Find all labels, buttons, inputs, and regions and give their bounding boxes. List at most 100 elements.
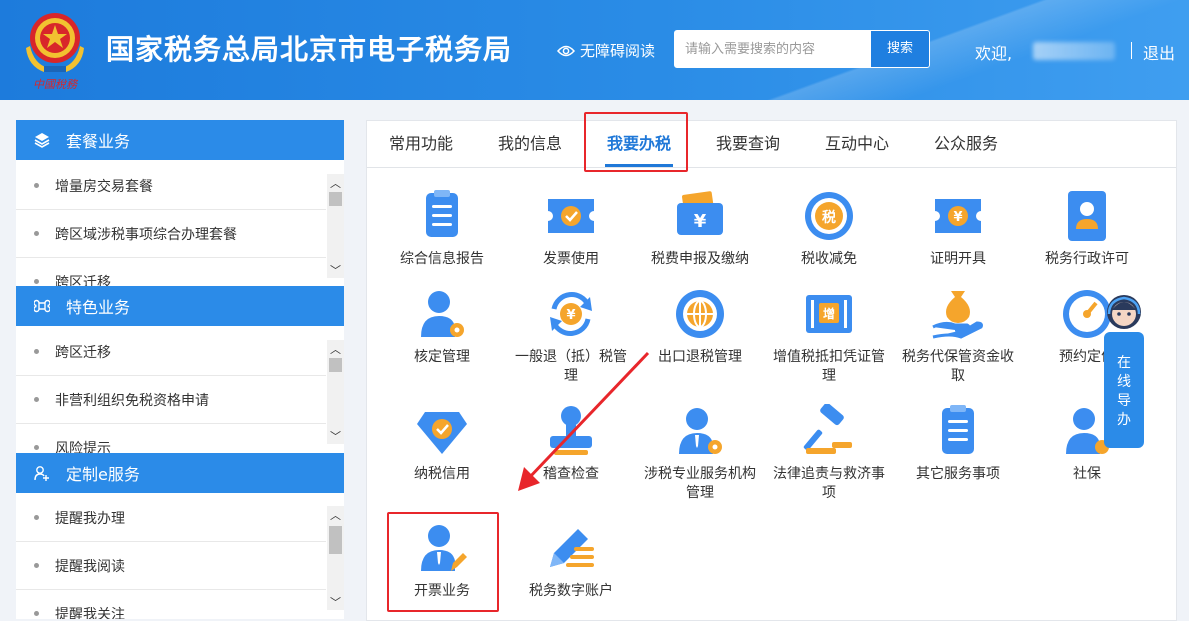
tab-common-functions[interactable]: 常用功能 xyxy=(389,121,453,167)
scroll-thumb[interactable] xyxy=(329,192,342,206)
bullet-icon xyxy=(34,515,39,520)
sidebar-item[interactable]: 提醒我关注 xyxy=(16,590,326,619)
service-item-professional-agencies[interactable]: 涉税专业服务机构管理 xyxy=(640,404,760,503)
service-item-label: 税务数字账户 xyxy=(529,583,613,599)
sidebar-section-header-featured[interactable]: 特色业务 xyxy=(16,286,344,326)
user-add-icon xyxy=(34,466,49,481)
site-header: 中國稅務 国家税务总局北京市电子税务局 无障碍阅读 搜索 欢迎, 退出 xyxy=(0,0,1189,100)
sidebar-item[interactable]: 跨区迁移 xyxy=(16,328,326,376)
username-redacted xyxy=(1033,42,1115,60)
svg-text:¥: ¥ xyxy=(694,211,707,232)
svg-text:¥: ¥ xyxy=(953,210,962,225)
tab-tax-handling[interactable]: 我要办税 xyxy=(604,121,674,167)
legal-gavel-icon xyxy=(803,404,852,454)
scrollbar[interactable]: ︿ ﹀ xyxy=(327,506,344,610)
sidebar-item[interactable]: 增量房交易套餐 xyxy=(16,162,326,210)
service-item-label: 税务行政许可 xyxy=(1045,251,1129,267)
service-item-invoicing[interactable]: 开票业务 xyxy=(382,521,502,601)
scroll-up-arrow-icon[interactable]: ︿ xyxy=(327,340,344,357)
service-item-certificate-issuance[interactable]: ¥ 证明开具 xyxy=(898,189,1018,269)
service-item-legal-remedy[interactable]: 法律追责与救济事项 xyxy=(769,404,889,503)
bullet-icon xyxy=(34,397,39,402)
bullet-icon xyxy=(34,563,39,568)
service-item-export-refund[interactable]: 出口退税管理 xyxy=(640,287,760,367)
service-item-vat-voucher[interactable]: 增 增值税抵扣凭证管理 xyxy=(769,287,889,386)
service-item-tax-declaration-payment[interactable]: ¥ 税费申报及缴纳 xyxy=(640,189,760,269)
scrollbar[interactable]: ︿ ﹀ xyxy=(327,174,344,278)
emblem-caption: 中國稅務 xyxy=(33,78,79,91)
sidebar-item-label: 非营利组织免税资格申请 xyxy=(55,392,209,409)
scroll-up-arrow-icon[interactable]: ︿ xyxy=(327,174,344,191)
service-item-label: 税费申报及缴纳 xyxy=(651,251,749,267)
sidebar-item[interactable]: 提醒我办理 xyxy=(16,494,326,542)
bullet-icon xyxy=(34,279,39,284)
scroll-thumb[interactable] xyxy=(329,526,342,554)
sidebar-item[interactable]: 跨区域涉税事项综合办理套餐 xyxy=(16,210,326,258)
sidebar-item-label: 增量房交易套餐 xyxy=(55,178,153,195)
sidebar-item[interactable]: 风险提示 xyxy=(16,424,326,454)
service-item-label: 出口退税管理 xyxy=(658,349,742,365)
search-button[interactable]: 搜索 xyxy=(871,31,929,67)
service-item-other-services[interactable]: 其它服务事项 xyxy=(898,404,1018,484)
service-item-comprehensive-report[interactable]: 综合信息报告 xyxy=(382,189,502,269)
service-item-label: 税务代保管资金收取 xyxy=(902,349,1014,384)
scrollbar[interactable]: ︿ ﹀ xyxy=(327,340,344,444)
service-item-admin-license[interactable]: 税务行政许可 xyxy=(1027,189,1147,269)
online-guide-widget[interactable]: 在线导办 xyxy=(1104,288,1144,448)
tab-interaction-center[interactable]: 互动中心 xyxy=(825,121,889,167)
service-item-label: 开票业务 xyxy=(414,583,470,599)
search-input[interactable] xyxy=(675,31,879,67)
tab-public-services[interactable]: 公众服务 xyxy=(934,121,998,167)
service-item-label: 增值税抵扣凭证管理 xyxy=(773,349,885,384)
sidebar-item-label: 跨区迁移 xyxy=(55,344,111,361)
scroll-down-arrow-icon[interactable]: ﹀ xyxy=(327,261,344,278)
refund-cycle-icon: ¥ xyxy=(550,292,592,336)
sidebar-item-label: 风险提示 xyxy=(55,440,111,455)
scroll-down-arrow-icon[interactable]: ﹀ xyxy=(327,593,344,610)
svg-text:税: 税 xyxy=(822,209,836,226)
service-item-tax-relief[interactable]: 税 税收减免 xyxy=(769,189,889,269)
service-item-label: 纳税信用 xyxy=(414,466,470,482)
service-item-digital-account[interactable]: 税务数字账户 xyxy=(511,521,631,601)
sidebar-section-header-package[interactable]: 套餐业务 xyxy=(16,120,344,160)
service-item-invoice-use[interactable]: 发票使用 xyxy=(511,189,631,269)
tax-relief-icon: 税 xyxy=(805,192,853,240)
service-item-label: 发票使用 xyxy=(543,251,599,267)
tab-my-queries[interactable]: 我要查询 xyxy=(716,121,780,167)
command-icon xyxy=(34,299,50,313)
sidebar-item[interactable]: 提醒我阅读 xyxy=(16,542,326,590)
service-item-inspection[interactable]: 稽查检查 xyxy=(511,404,631,484)
credit-diamond-icon xyxy=(417,412,467,454)
accessibility-reading-link[interactable]: 无障碍阅读 xyxy=(557,40,655,61)
sidebar-item[interactable]: 非营利组织免税资格申请 xyxy=(16,376,326,424)
service-item-label: 一般退（抵）税管理 xyxy=(515,349,627,384)
admin-license-icon xyxy=(1068,191,1106,241)
service-item-label: 证明开具 xyxy=(930,251,986,267)
tax-payment-icon: ¥ xyxy=(677,191,723,235)
bullet-icon xyxy=(34,183,39,188)
service-item-label: 核定管理 xyxy=(414,349,470,365)
user-gear-icon xyxy=(421,291,464,337)
scroll-thumb[interactable] xyxy=(329,358,342,372)
certificate-icon: ¥ xyxy=(935,199,981,233)
service-item-label: 综合信息报告 xyxy=(400,251,484,267)
service-item-tax-credit[interactable]: 纳税信用 xyxy=(382,404,502,484)
service-item-assessment-management[interactable]: 核定管理 xyxy=(382,287,502,367)
layers-icon xyxy=(34,133,50,148)
sidebar-section-title: 定制e服务 xyxy=(66,465,140,484)
tab-my-info[interactable]: 我的信息 xyxy=(498,121,562,167)
sidebar-item[interactable]: 跨区迁移 xyxy=(16,258,326,288)
bullet-icon xyxy=(34,231,39,236)
clipboard-report-icon xyxy=(426,190,458,237)
bullet-icon xyxy=(34,445,39,450)
scroll-down-arrow-icon[interactable]: ﹀ xyxy=(327,427,344,444)
service-item-refund-management[interactable]: ¥ 一般退（抵）税管理 xyxy=(511,287,631,386)
bullet-icon xyxy=(34,349,39,354)
sidebar-section-header-custom[interactable]: 定制e服务 xyxy=(16,453,344,493)
online-guide-button[interactable]: 在线导办 xyxy=(1104,332,1144,448)
service-item-custody-funds[interactable]: 税务代保管资金收取 xyxy=(898,287,1018,386)
service-item-label: 税收减免 xyxy=(801,251,857,267)
service-item-label: 其它服务事项 xyxy=(916,466,1000,482)
logout-link[interactable]: 退出 xyxy=(1143,40,1175,64)
scroll-up-arrow-icon[interactable]: ︿ xyxy=(327,506,344,523)
